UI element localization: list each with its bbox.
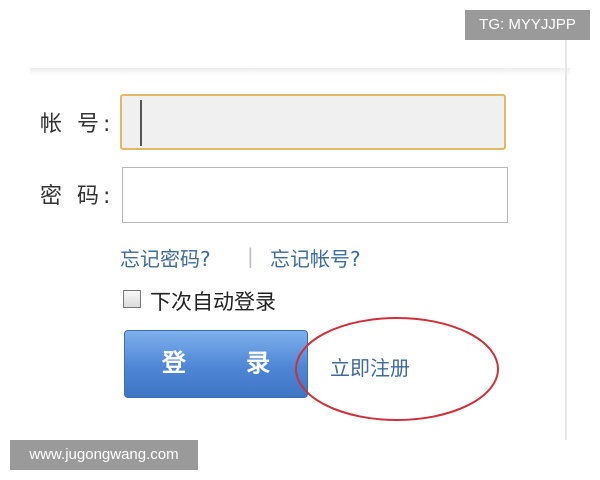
site-watermark: www.jugongwang.com bbox=[10, 440, 198, 470]
account-label: 帐 号: bbox=[40, 112, 115, 137]
panel-top-shadow bbox=[30, 68, 570, 76]
password-label: 密 码: bbox=[40, 184, 115, 209]
link-separator: | bbox=[247, 244, 254, 268]
account-input[interactable] bbox=[120, 94, 506, 150]
remember-me-label[interactable]: 下次自动登录 bbox=[150, 286, 276, 316]
forgot-account-link[interactable]: 忘记帐号? bbox=[270, 243, 361, 272]
register-link[interactable]: 立即注册 bbox=[330, 352, 410, 381]
login-button[interactable]: 登 录 bbox=[124, 330, 308, 398]
text-caret bbox=[140, 100, 142, 146]
password-input[interactable] bbox=[122, 167, 508, 223]
forgot-password-link[interactable]: 忘记密码? bbox=[120, 243, 211, 272]
tg-watermark-label: TG: MYYJJPP bbox=[465, 10, 590, 40]
panel-right-border bbox=[565, 40, 567, 440]
remember-me-checkbox[interactable] bbox=[123, 290, 141, 308]
